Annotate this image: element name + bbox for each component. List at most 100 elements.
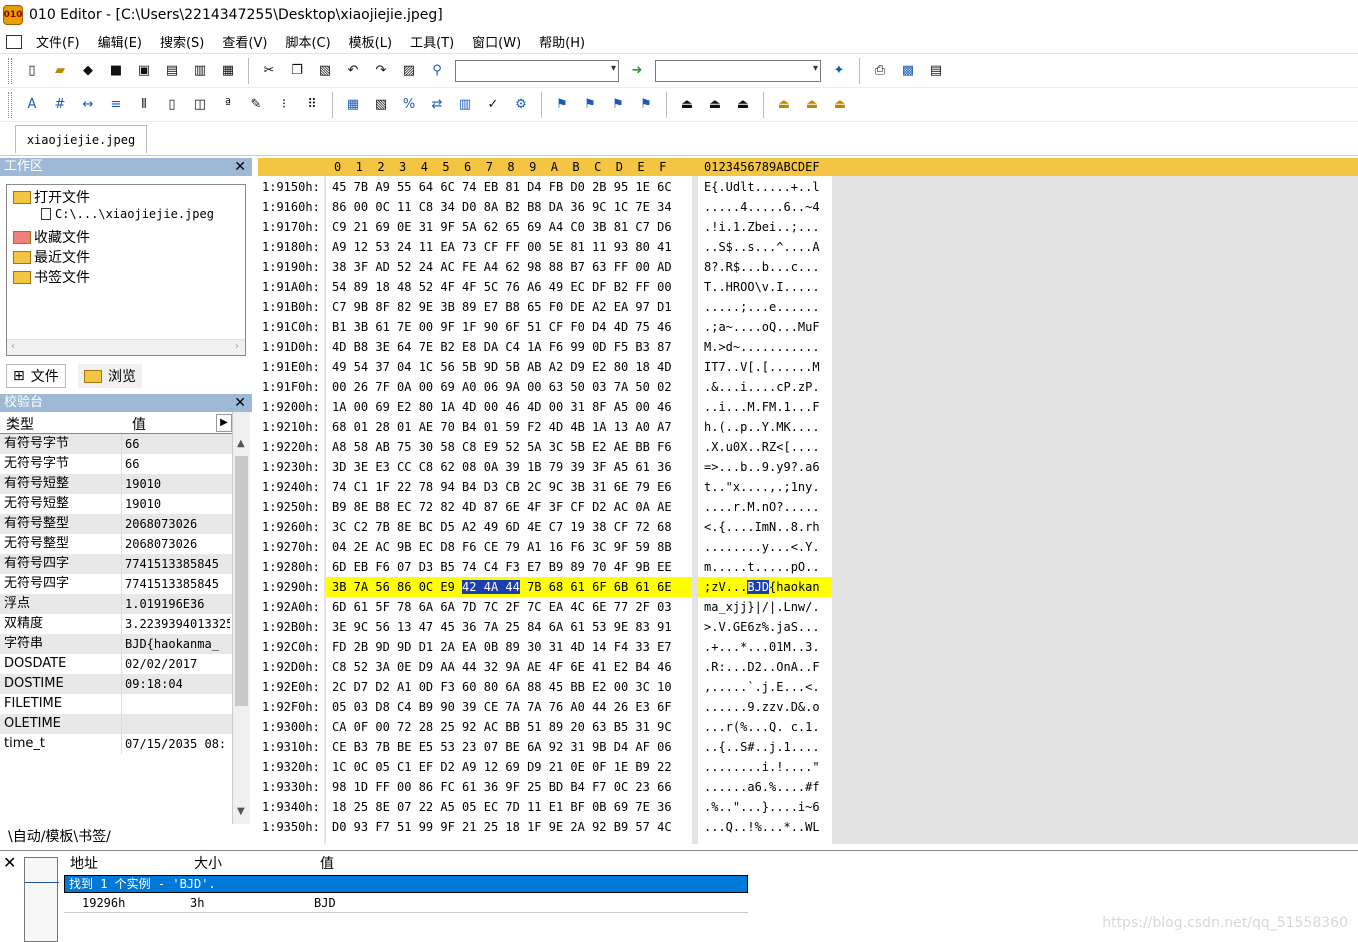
results-summary[interactable]: 找到 1 个实例 - 'BJD'.	[64, 875, 748, 893]
ascii-row[interactable]: t.."x....,.;1ny.	[698, 477, 832, 497]
new-file-icon[interactable]: ▯	[21, 60, 43, 82]
inspector-value[interactable]: 7741513385845	[122, 574, 230, 594]
save-as-icon[interactable]: ▣	[133, 60, 155, 82]
script-open-icon[interactable]: ⏏	[829, 94, 851, 116]
close-all-icon[interactable]: ▦	[217, 60, 239, 82]
inspector-value[interactable]: 02/02/2017	[122, 654, 230, 674]
template-open-icon[interactable]: ⏏	[732, 94, 754, 116]
scroll-left-icon[interactable]: ‹	[11, 341, 15, 352]
col-type[interactable]: 类型	[6, 414, 34, 434]
inspector-value[interactable]	[122, 714, 230, 734]
inspector-value[interactable]: 7741513385845	[122, 554, 230, 574]
hex-byte-row[interactable]: 54 89 18 48 52 4F 4F 5C 76 A6 49 EC DF B…	[326, 277, 692, 297]
inspector-row[interactable]: 字符串 BJD{haokanma_	[0, 634, 232, 654]
horizontal-scrollbar[interactable]: ‹ ›	[7, 339, 245, 355]
hex-editor[interactable]: 0 1 2 3 4 5 6 7 8 9 A B C D E F 01234567…	[258, 158, 1358, 844]
inspector-tab-strip[interactable]: \自动/模板\书签/	[8, 826, 111, 846]
menu-edit[interactable]: 编辑(E)	[98, 32, 142, 51]
highlight-icon[interactable]: ✎	[245, 94, 267, 116]
hex-byte-row[interactable]: 74 C1 1F 22 78 94 B4 D3 CB 2C 9C 3B 31 6…	[326, 477, 692, 497]
scroll-right-icon[interactable]: ›	[235, 341, 239, 352]
inspector-value[interactable]: 09:18:04	[122, 674, 230, 694]
go-arrow-icon[interactable]: ➜	[626, 60, 648, 82]
file-tab[interactable]: xiaojiejie.jpeg	[15, 125, 147, 153]
ascii-row[interactable]: .R:...D2..OnA..F	[698, 657, 832, 677]
template-edit-icon[interactable]: ⏏	[704, 94, 726, 116]
inspector-value[interactable]	[122, 694, 230, 714]
tree-favorites[interactable]: 收藏文件	[13, 227, 90, 247]
hex-byte-row[interactable]: 49 54 37 04 1C 56 5B 9D 5B AB A2 D9 E2 8…	[326, 357, 692, 377]
ascii-row[interactable]: m.....t.....pO..	[698, 557, 832, 577]
save-all-icon[interactable]: ▤	[161, 60, 183, 82]
inspector-value[interactable]: 66	[122, 434, 230, 454]
checksum-icon[interactable]: ✓	[482, 94, 504, 116]
binary-icon[interactable]: ⁝	[273, 94, 295, 116]
menu-tools[interactable]: 工具(T)	[410, 32, 454, 51]
ascii-row[interactable]: .+...*...01M..3.	[698, 637, 832, 657]
hex-dec-icon[interactable]: #	[49, 94, 71, 116]
ascii-row[interactable]: T..HROO\v.I.....	[698, 277, 832, 297]
script-run-icon[interactable]: ⏏	[773, 94, 795, 116]
open-recent-icon[interactable]: ◆	[77, 60, 99, 82]
edit-as-icon[interactable]: ▯	[161, 94, 183, 116]
ascii-row[interactable]: ......9.zzv.D&.o	[698, 697, 832, 717]
inspector-value[interactable]: 19010	[122, 474, 230, 494]
inspector-row[interactable]: DOSTIME 09:18:04	[0, 674, 232, 694]
menu-view[interactable]: 查看(V)	[222, 32, 267, 51]
results-row[interactable]: 19296h 3h BJD	[64, 893, 748, 913]
toolbar-grip[interactable]	[8, 91, 12, 118]
ascii-row[interactable]: .!i.1.Zbei..;...	[698, 217, 832, 237]
menu-search[interactable]: 搜索(S)	[160, 32, 204, 51]
inspector-row[interactable]: OLETIME	[0, 714, 232, 734]
hex-byte-row[interactable]: 4D B8 3E 64 7E B2 E8 DA C4 1A F6 99 0D F…	[326, 337, 692, 357]
close-icon[interactable]: ✕	[234, 394, 246, 412]
group-bytes-icon[interactable]: ≡	[105, 94, 127, 116]
scroll-down-icon[interactable]: ▼	[237, 806, 245, 817]
col-size[interactable]: 大小	[194, 853, 222, 873]
tree-file-item[interactable]: C:\...\xiaojiejie.jpeg	[41, 207, 214, 221]
hex-byte-row[interactable]: 3E 9C 56 13 47 45 36 7A 25 84 6A 61 53 9…	[326, 617, 692, 637]
ascii-row[interactable]: ...r(%...Q. c.1.	[698, 717, 832, 737]
hex-byte-row[interactable]: C8 52 3A 0E D9 AA 44 32 9A AE 4F 6E 41 E…	[326, 657, 692, 677]
ascii-row[interactable]: ..i...M.FM.1...F	[698, 397, 832, 417]
paste-icon[interactable]: ▧	[314, 60, 336, 82]
font-size-icon[interactable]: ª	[217, 94, 239, 116]
inspector-value[interactable]: 07/15/2035 08:	[122, 734, 230, 754]
inspector-value[interactable]: 66	[122, 454, 230, 474]
inspector-row[interactable]: 有符号四字 7741513385845	[0, 554, 232, 574]
ascii-row[interactable]: .....;...e......	[698, 297, 832, 317]
ascii-row[interactable]: ..S$..s...^....A	[698, 237, 832, 257]
hex-byte-row[interactable]: B9 8E B8 EC 72 82 4D 87 6E 4F 3F CF D2 A…	[326, 497, 692, 517]
script-edit-icon[interactable]: ⏏	[801, 94, 823, 116]
compare-icon[interactable]: ▧	[370, 94, 392, 116]
ascii-row[interactable]: ........y...<.Y.	[698, 537, 832, 557]
tree-bookmarks[interactable]: 书签文件	[13, 267, 90, 287]
menu-file[interactable]: 文件(F)	[36, 32, 80, 51]
inspector-row[interactable]: 无符号字节 66	[0, 454, 232, 474]
bookmark-toggle-icon[interactable]: ⚑	[551, 94, 573, 116]
hex-byte-row[interactable]: 68 01 28 01 AE 70 B4 01 59 F2 4D 4B 1A 1…	[326, 417, 692, 437]
close-icon[interactable]: ✕	[3, 853, 16, 872]
scroll-up-icon[interactable]: ▲	[237, 438, 245, 449]
menu-template[interactable]: 模板(L)	[349, 32, 392, 51]
ascii-row[interactable]: ;zV...BJD{haokan	[698, 577, 832, 597]
inspector-scrollbar[interactable]: ▲ ▼	[232, 412, 250, 824]
hex-byte-row[interactable]: 1C 0C 05 C1 EF D2 A9 12 69 D9 21 0E 0F 1…	[326, 757, 692, 777]
ascii-selection[interactable]: BJD	[747, 580, 770, 594]
copy-icon[interactable]: ❐	[286, 60, 308, 82]
ascii-row[interactable]: .%.."...}....i~6	[698, 797, 832, 817]
toolbar-grip[interactable]	[8, 57, 12, 84]
ascii-column[interactable]: E{.Udlt.....+..l .....4.....6..~4 .!i.1.Zb…	[698, 176, 832, 844]
ascii-row[interactable]: ,.....`.j.E...<.	[698, 677, 832, 697]
calculator-icon[interactable]: ▦	[342, 94, 364, 116]
ascii-row[interactable]: =>...b..9.y9?.a6	[698, 457, 832, 477]
hex-byte-row[interactable]: 6D 61 5F 78 6A 6A 7D 7C 2F 7C EA 4C 6E 7…	[326, 597, 692, 617]
ascii-row[interactable]: >.V.GE6z%.jaS...	[698, 617, 832, 637]
hex-byte-row[interactable]: A8 58 AB 75 30 58 C8 E9 52 5A 3C 5B E2 A…	[326, 437, 692, 457]
inspector-value[interactable]: 1.019196E36	[122, 594, 230, 614]
close-icon[interactable]: ✕	[234, 158, 246, 176]
histogram-icon[interactable]: ▥	[454, 94, 476, 116]
ascii-row[interactable]: ........i.!...."	[698, 757, 832, 777]
ascii-row[interactable]: ...Q..!%...*..WL	[698, 817, 832, 837]
inspector-value[interactable]: 19010	[122, 494, 230, 514]
